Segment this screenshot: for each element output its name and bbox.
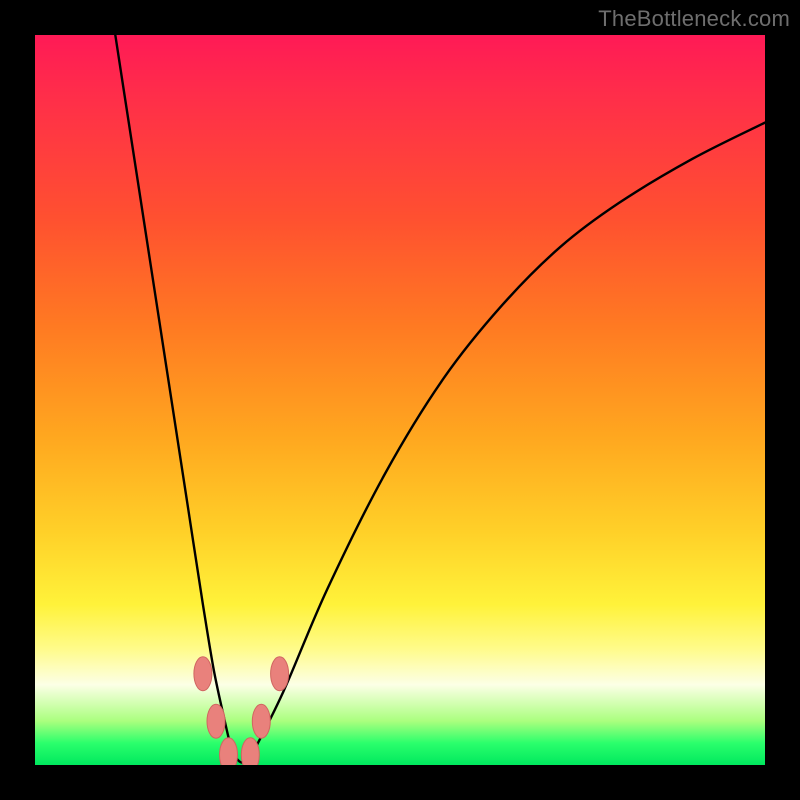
marker-bottom-left bbox=[220, 738, 238, 765]
marker-right-upper bbox=[271, 657, 289, 691]
bottleneck-curve bbox=[115, 35, 765, 763]
marker-bottom-right bbox=[241, 738, 259, 765]
marker-left-upper bbox=[194, 657, 212, 691]
chart-frame: TheBottleneck.com bbox=[0, 0, 800, 800]
plot-area bbox=[35, 35, 765, 765]
watermark-text: TheBottleneck.com bbox=[598, 6, 790, 32]
marker-left-lower bbox=[207, 704, 225, 738]
curve-layer bbox=[35, 35, 765, 765]
marker-right-lower bbox=[252, 704, 270, 738]
